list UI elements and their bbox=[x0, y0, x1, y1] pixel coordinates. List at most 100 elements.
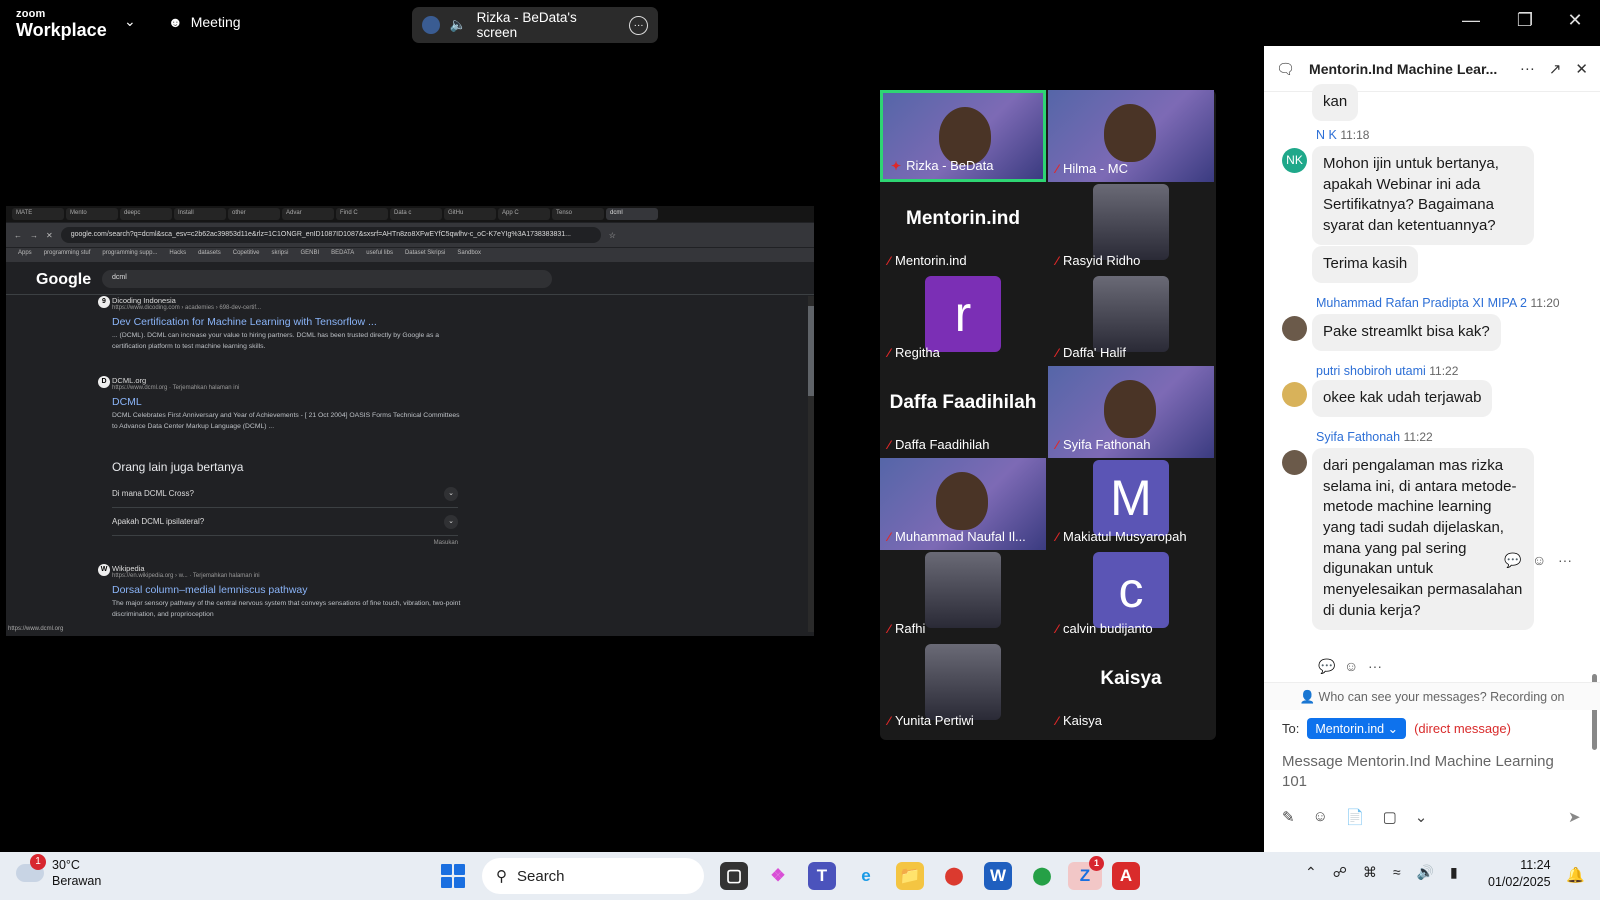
participant-tile[interactable]: ⁄ Rafhi bbox=[880, 550, 1046, 642]
reply-icon[interactable]: 💬 bbox=[1504, 552, 1521, 569]
avatar[interactable] bbox=[1282, 382, 1307, 407]
google-logo[interactable]: Google bbox=[36, 271, 91, 289]
meeting-menu[interactable]: ☻ Meeting bbox=[168, 14, 241, 30]
participant-tile[interactable]: r ⁄ Regitha bbox=[880, 274, 1046, 366]
participant-tile[interactable]: Mentorin.ind ⁄ Mentorin.ind bbox=[880, 182, 1046, 274]
zoom-app-icon[interactable]: Z1 bbox=[1068, 856, 1104, 890]
task-view-icon[interactable]: ▢ bbox=[720, 862, 748, 890]
recipient-dropdown[interactable]: Mentorin.ind ⌄ bbox=[1307, 718, 1407, 739]
security-icon[interactable]: ☍ bbox=[1333, 864, 1347, 881]
reload-icon[interactable]: ✕ bbox=[46, 231, 53, 240]
participant-tile[interactable]: Kaisya ⁄ Kaisya bbox=[1048, 642, 1214, 734]
screen-share-indicator[interactable]: 🔈 Rizka - BeData's screen ··· bbox=[412, 7, 658, 43]
browser-tab[interactable]: deepc bbox=[120, 208, 172, 220]
chevron-up-icon[interactable]: ⌃ bbox=[1305, 864, 1317, 881]
browser-tab[interactable]: dcml bbox=[606, 208, 658, 220]
avatar[interactable] bbox=[1282, 316, 1307, 341]
close-chat-icon[interactable]: ✕ bbox=[1575, 60, 1588, 78]
visibility-notice[interactable]: 👤 Who can see your messages? Recording o… bbox=[1264, 682, 1600, 710]
participant-tile[interactable]: ⁄ Rasyid Ridho bbox=[1048, 182, 1214, 274]
volume-icon[interactable]: 🔊 bbox=[1417, 864, 1434, 881]
participant-tile[interactable]: ⁄ Syifa Fathonah bbox=[1048, 366, 1214, 458]
browser-tab[interactable]: Advar bbox=[282, 208, 334, 220]
clock[interactable]: 11:24 01/02/2025 bbox=[1488, 857, 1551, 891]
participant-tile[interactable]: ⁄ Daffa' Halif bbox=[1048, 274, 1214, 366]
edge-icon[interactable]: e bbox=[852, 862, 880, 890]
emoji-react-icon[interactable]: ☺ bbox=[1344, 658, 1358, 674]
copilot-icon[interactable]: ❖ bbox=[764, 862, 792, 890]
bookmark-item[interactable]: Sandbox bbox=[457, 250, 481, 260]
browser-scrollbar[interactable] bbox=[808, 296, 814, 632]
browser-tab[interactable]: App C bbox=[498, 208, 550, 220]
browser-tab[interactable]: Find C bbox=[336, 208, 388, 220]
browser-tab[interactable]: Mento bbox=[66, 208, 118, 220]
message-more-icon[interactable]: ··· bbox=[1558, 552, 1572, 568]
result-url[interactable]: https://www.dcml.org · Terjemahkan halam… bbox=[112, 385, 462, 391]
bookmark-item[interactable]: Hacks bbox=[169, 250, 186, 260]
avatar[interactable]: NK bbox=[1282, 148, 1307, 173]
paa-question[interactable]: Apakah DCML ipsilateral? ⌄ bbox=[112, 508, 458, 536]
result-url[interactable]: https://www.dicoding.com › academies › 6… bbox=[112, 305, 462, 311]
chat-scrollbar[interactable] bbox=[1590, 94, 1598, 750]
bookmark-item[interactable]: useful libs bbox=[366, 250, 393, 260]
reply-icon[interactable]: 💬 bbox=[1318, 658, 1335, 675]
screenshot-icon[interactable]: ▢ bbox=[1383, 808, 1397, 826]
participant-tile[interactable]: Daffa Faadihilah ⁄ Daffa Faadihilah bbox=[880, 366, 1046, 458]
message-input[interactable]: Message Mentorin.Ind Machine Learning 10… bbox=[1282, 752, 1582, 793]
emoji-icon[interactable]: ☺ bbox=[1313, 808, 1328, 826]
restore-button[interactable]: ❐ bbox=[1510, 10, 1540, 31]
chevron-down-icon[interactable]: ⌄ bbox=[1415, 808, 1428, 826]
format-icon[interactable]: ✎ bbox=[1282, 808, 1295, 826]
result-url[interactable]: https://en.wikipedia.org › w... · Terjem… bbox=[112, 573, 462, 579]
browser-tab[interactable]: GitHu bbox=[444, 208, 496, 220]
popout-icon[interactable]: ↗ bbox=[1549, 60, 1562, 78]
emoji-react-icon[interactable]: ☺ bbox=[1532, 552, 1546, 568]
close-button[interactable]: ✕ bbox=[1560, 10, 1590, 31]
participant-tile[interactable]: ⁄ Yunita Pertiwi bbox=[880, 642, 1046, 734]
browser-tab[interactable]: Data c bbox=[390, 208, 442, 220]
bookmark-item[interactable]: datasets bbox=[198, 250, 221, 260]
bookmark-item[interactable]: skripsi bbox=[271, 250, 288, 260]
word-icon[interactable]: W bbox=[984, 862, 1012, 890]
wifi-icon[interactable]: ≈ bbox=[1393, 864, 1401, 881]
browser-tab[interactable]: other bbox=[228, 208, 280, 220]
back-icon[interactable]: ← bbox=[14, 231, 22, 240]
file-icon[interactable]: 📄 bbox=[1346, 808, 1365, 826]
notification-bell-icon[interactable]: 🔔 bbox=[1566, 866, 1585, 884]
browser-tab[interactable]: Tenso bbox=[552, 208, 604, 220]
chevron-down-icon[interactable]: ⌄ bbox=[124, 13, 136, 30]
url-field[interactable]: google.com/search?q=dcml&sca_esv=c2b62ac… bbox=[60, 227, 601, 243]
chrome-profile-icon[interactable]: ⬤ bbox=[1028, 862, 1056, 890]
paa-question[interactable]: Di mana DCML Cross? ⌄ bbox=[112, 480, 458, 508]
google-search-input[interactable]: dcml bbox=[102, 270, 552, 288]
more-icon[interactable]: ··· bbox=[1520, 60, 1535, 77]
participant-tile[interactable]: M ⁄ Makiatul Musyaropah bbox=[1048, 458, 1214, 550]
participant-tile[interactable]: c ⁄ calvin budijanto bbox=[1048, 550, 1214, 642]
more-options-icon[interactable]: ··· bbox=[629, 15, 649, 35]
teams-icon[interactable]: T bbox=[808, 862, 836, 890]
minimize-button[interactable]: — bbox=[1456, 10, 1486, 31]
battery-icon[interactable]: ▮ bbox=[1450, 864, 1458, 881]
result-title-link[interactable]: Dev Certification for Machine Learning w… bbox=[112, 316, 462, 328]
bookmark-item[interactable]: Copetitive bbox=[233, 250, 260, 260]
send-icon[interactable]: ➤ bbox=[1568, 808, 1581, 826]
bookmark-item[interactable]: Dataset Skripsi bbox=[405, 250, 445, 260]
paa-feedback[interactable]: Masukan bbox=[112, 540, 458, 546]
participant-tile[interactable]: ⁄ Hilma - MC bbox=[1048, 90, 1214, 182]
forward-icon[interactable]: → bbox=[30, 231, 38, 240]
bookmark-item[interactable]: GENBI bbox=[300, 250, 319, 260]
chrome-icon[interactable]: ⬤ bbox=[940, 862, 968, 890]
participant-tile[interactable]: ✦ Rizka - BeData bbox=[880, 90, 1046, 182]
browser-tab[interactable]: Install bbox=[174, 208, 226, 220]
bookmark-item[interactable]: Apps bbox=[18, 250, 32, 260]
result-title-link[interactable]: DCML bbox=[112, 396, 462, 408]
bookmark-item[interactable]: programming supp... bbox=[102, 250, 157, 260]
participant-tile[interactable]: ⁄ Muhammad Naufal Il... bbox=[880, 458, 1046, 550]
star-icon[interactable]: ☆ bbox=[609, 231, 616, 240]
acrobat-icon[interactable]: A bbox=[1112, 862, 1140, 890]
bookmark-item[interactable]: programming stuf bbox=[44, 250, 91, 260]
browser-tab[interactable]: MATE bbox=[12, 208, 64, 220]
bookmark-item[interactable]: BEDATA bbox=[331, 250, 354, 260]
avatar[interactable] bbox=[1282, 450, 1307, 475]
result-title-link[interactable]: Dorsal column–medial lemniscus pathway bbox=[112, 584, 462, 596]
